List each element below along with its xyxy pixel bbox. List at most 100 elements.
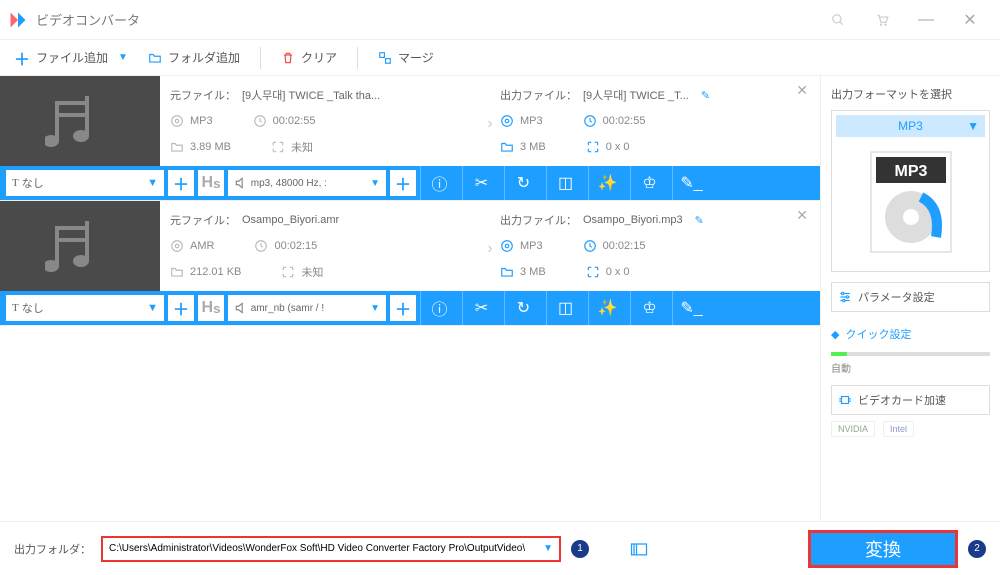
subtitle-value: なし: [22, 300, 44, 316]
file-item: 元ファイル：[9人무대] TWICE _Talk tha... MP3 00:0…: [0, 76, 820, 201]
file-thumbnail: [0, 201, 160, 291]
side-title: 出力フォーマットを選択: [831, 86, 990, 102]
size-icon: [500, 140, 514, 154]
window-title: ビデオコンバータ: [36, 10, 140, 29]
audio-track-value: amr_nb (samr / !: [251, 303, 324, 314]
audio-track-dropdown[interactable]: mp3, 48000 Hz, :▼: [228, 170, 386, 196]
output-file-name: Osampo_Biyori.mp3: [583, 214, 683, 226]
add-audio-button[interactable]: ＋: [390, 295, 416, 321]
format-icon: [170, 114, 184, 128]
effects-icon[interactable]: ✨: [588, 291, 626, 325]
output-size: 3 MB: [520, 266, 546, 278]
chevron-down-icon: ▼: [543, 543, 553, 554]
size-icon: [170, 140, 184, 154]
output-size: 3 MB: [520, 141, 546, 153]
format-icon: [170, 239, 184, 253]
subtitle-dropdown[interactable]: T なし▼: [6, 295, 164, 321]
clock-icon: [253, 114, 267, 128]
search-icon[interactable]: [816, 0, 860, 40]
arrow-right-icon: ›: [480, 207, 500, 291]
merge-icon: [378, 51, 392, 65]
size-icon: [170, 265, 184, 279]
sliders-icon: [838, 290, 852, 304]
source-format: MP3: [190, 115, 213, 127]
output-file-name: [9人무대] TWICE _T...: [583, 87, 689, 103]
format-thumbnail: MP3: [836, 137, 985, 267]
watermark-icon[interactable]: ♔: [630, 291, 668, 325]
bottom-bar: 出力フォルダ： C:\Users\Administrator\Videos\Wo…: [0, 521, 1000, 575]
output-format-selector[interactable]: MP3▼ MP3: [831, 110, 990, 272]
chevron-down-icon: ▼: [967, 119, 979, 133]
add-audio-button[interactable]: ＋: [390, 170, 416, 196]
source-size: 212.01 KB: [190, 266, 241, 278]
minimize-button[interactable]: —: [904, 0, 948, 40]
rotate-icon[interactable]: ↻: [504, 291, 542, 325]
output-duration: 00:02:55: [603, 115, 646, 127]
clear-button[interactable]: クリア: [281, 49, 337, 66]
source-size: 3.89 MB: [190, 141, 231, 153]
source-resolution: 未知: [291, 139, 313, 155]
info-icon[interactable]: ⓘ: [420, 291, 458, 325]
add-subtitle-button[interactable]: ＋: [168, 170, 194, 196]
hardsub-button[interactable]: Hs: [198, 295, 224, 321]
file-item: 元ファイル：Osampo_Biyori.amr AMR 00:02:15 212…: [0, 201, 820, 326]
separator: [260, 47, 261, 69]
source-file-name: Osampo_Biyori.amr: [242, 214, 339, 226]
info-icon[interactable]: ⓘ: [420, 166, 458, 200]
output-duration: 00:02:15: [603, 240, 646, 252]
clock-icon: [583, 114, 597, 128]
edit-icon[interactable]: ✎: [695, 214, 704, 227]
quick-settings-label: ◆ クイック設定: [831, 326, 990, 342]
chip-icon: [838, 393, 852, 407]
cart-icon[interactable]: [860, 0, 904, 40]
edit-icon[interactable]: ✎: [701, 89, 710, 102]
titlebar: ビデオコンバータ — ✕: [0, 0, 1000, 40]
folder-icon: [148, 51, 162, 65]
close-button[interactable]: ✕: [948, 0, 992, 40]
cut-icon[interactable]: ✂: [462, 291, 500, 325]
subtitle-value: なし: [22, 175, 44, 191]
source-file-label: 元ファイル：: [170, 212, 236, 228]
convert-button[interactable]: 変換: [808, 530, 958, 568]
add-file-dropdown-icon[interactable]: ▼: [118, 52, 128, 63]
source-duration: 00:02:15: [274, 240, 317, 252]
remove-file-button[interactable]: ✕: [796, 82, 808, 99]
clock-icon: [583, 239, 597, 253]
cut-icon[interactable]: ✂: [462, 166, 500, 200]
add-file-button[interactable]: ＋ファイル追加: [14, 46, 108, 70]
watermark-icon[interactable]: ♔: [630, 166, 668, 200]
side-panel: 出力フォーマットを選択 MP3▼ MP3 パラメータ設定 ◆ クイック設定 自動: [820, 76, 1000, 521]
crop-icon[interactable]: ◫: [546, 291, 584, 325]
hardware-accel-button[interactable]: ビデオカード加速: [831, 385, 990, 415]
output-file-label: 出力ファイル：: [500, 87, 577, 103]
trash-icon: [281, 51, 295, 65]
audio-track-dropdown[interactable]: amr_nb (samr / !▼: [228, 295, 386, 321]
merge-button[interactable]: マージ: [378, 49, 434, 66]
clock-icon: [254, 239, 268, 253]
subtitle-dropdown[interactable]: T なし▼: [6, 170, 164, 196]
edit-tool-icon[interactable]: ✎_: [672, 166, 710, 200]
edit-tool-icon[interactable]: ✎_: [672, 291, 710, 325]
file-list: 元ファイル：[9人무대] TWICE _Talk tha... MP3 00:0…: [0, 76, 820, 521]
add-subtitle-button[interactable]: ＋: [168, 295, 194, 321]
quality-slider[interactable]: [831, 352, 990, 356]
output-format: MP3: [520, 240, 543, 252]
source-duration: 00:02:55: [273, 115, 316, 127]
output-folder-dropdown[interactable]: C:\Users\Administrator\Videos\WonderFox …: [101, 536, 561, 562]
hw-vendor-logos: NVIDIA Intel: [831, 421, 990, 437]
parameter-settings-button[interactable]: パラメータ設定: [831, 282, 990, 312]
arrow-right-icon: ›: [480, 82, 500, 166]
effects-icon[interactable]: ✨: [588, 166, 626, 200]
app-logo-icon: [8, 10, 28, 30]
open-folder-icon[interactable]: [629, 539, 649, 559]
remove-file-button[interactable]: ✕: [796, 207, 808, 224]
hardsub-button[interactable]: Hs: [198, 170, 224, 196]
slider-label: 自動: [831, 360, 990, 375]
output-folder-label: 出力フォルダ：: [14, 541, 91, 557]
add-folder-button[interactable]: フォルダ追加: [148, 49, 240, 66]
rotate-icon[interactable]: ↻: [504, 166, 542, 200]
separator: [357, 47, 358, 69]
annotation-badge-1: 1: [571, 540, 589, 558]
format-icon: [500, 114, 514, 128]
crop-icon[interactable]: ◫: [546, 166, 584, 200]
